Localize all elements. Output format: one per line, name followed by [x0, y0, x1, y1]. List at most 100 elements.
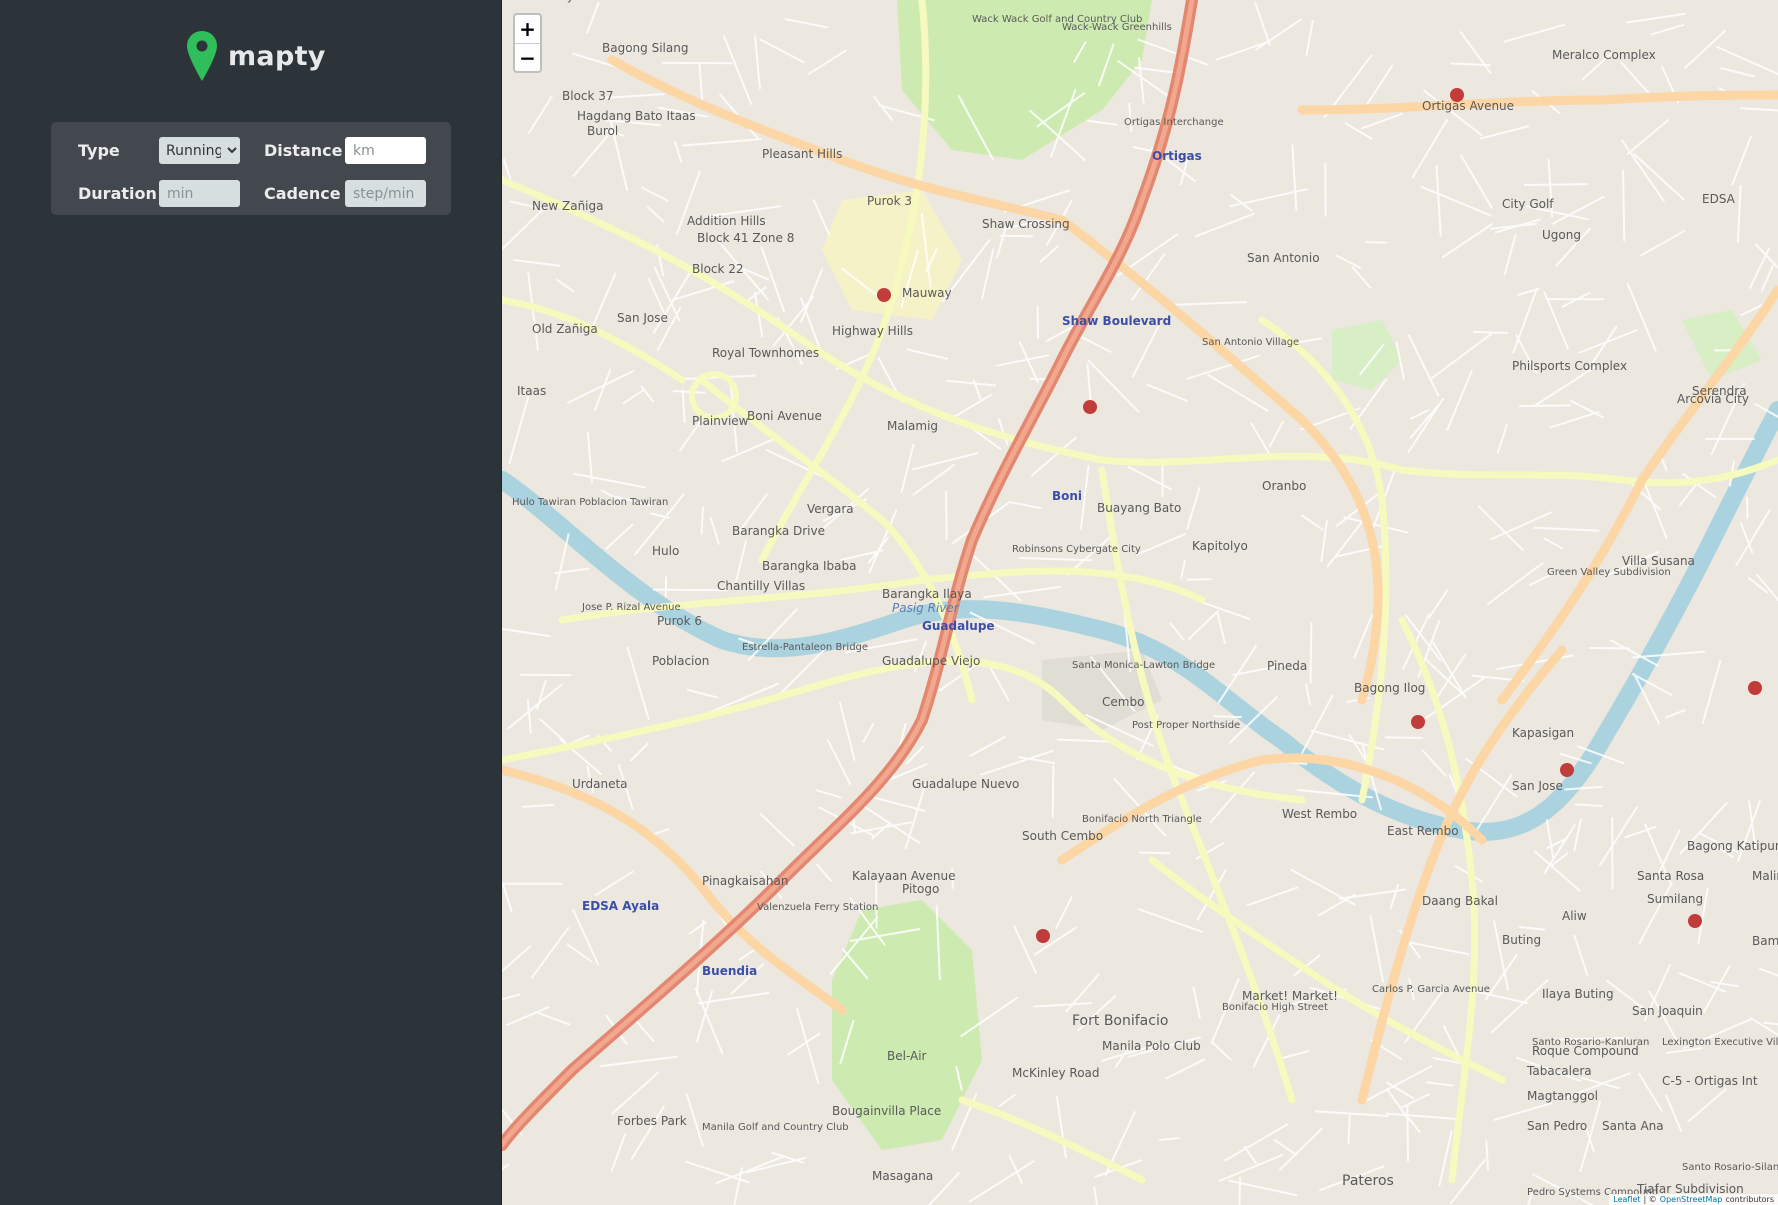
map-label: Magtanggol: [1527, 1089, 1598, 1103]
duration-label: Duration: [78, 184, 157, 203]
map-label: Ilaya Buting: [1542, 987, 1614, 1001]
map-label: Manila Golf and Country Club: [702, 1122, 849, 1133]
map-label: Makati Lake: [502, 0, 574, 3]
type-select[interactable]: Running: [159, 137, 240, 164]
map-label: Boni: [1052, 489, 1082, 503]
map-label: Buendia: [702, 964, 757, 978]
map-label: Fort Bonifacio: [1072, 1013, 1168, 1029]
map-label: Buting: [1502, 933, 1541, 947]
map-label: Old Zañiga: [532, 322, 598, 336]
osm-link[interactable]: OpenStreetMap: [1660, 1195, 1723, 1204]
map-label: Hulo: [652, 544, 679, 558]
map-label: Ugong: [1542, 228, 1581, 242]
map-label: Meralco Complex: [1552, 48, 1656, 62]
map-canvas[interactable]: Wack Wack Golf and Country ClubWack-Wack…: [502, 0, 1778, 1205]
map-label: San Pedro: [1527, 1119, 1587, 1133]
map-label: Malinao: [1752, 869, 1778, 883]
leaflet-link[interactable]: Leaflet: [1613, 1195, 1640, 1204]
zoom-control: + −: [513, 13, 542, 73]
map-label: Guadalupe: [922, 619, 995, 633]
map-label: Santa Rosa: [1637, 869, 1704, 883]
distance-input[interactable]: [345, 137, 426, 164]
map-label: Jose P. Rizal Avenue: [581, 602, 681, 613]
map-label: Highway Hills: [832, 324, 913, 338]
map-label: East Rembo: [1387, 824, 1459, 838]
map-label: Kapitolyo: [1192, 539, 1248, 553]
map-label: Royal Townhomes: [712, 346, 819, 360]
map-label: Guadalupe Nuevo: [912, 777, 1019, 791]
zoom-out-button[interactable]: −: [515, 43, 540, 71]
map-label: Cembo: [1102, 695, 1144, 709]
map-label: Hulo Tawiran Poblacion Tawiran: [512, 497, 668, 508]
form-row-cadence: Cadence: [264, 180, 426, 207]
map-label: Hagdang Bato Itaas: [577, 109, 696, 123]
type-label: Type: [78, 141, 120, 160]
map-label: Buayang Bato: [1097, 501, 1181, 515]
map-label: Santa Ana: [1602, 1119, 1664, 1133]
duration-input[interactable]: [159, 180, 240, 207]
map-label: Robinsons Cybergate City: [1012, 544, 1141, 555]
map-label: Estrella-Pantaleon Bridge: [742, 642, 868, 653]
map-label: Bambang: [1752, 934, 1778, 948]
zoom-in-button[interactable]: +: [515, 15, 540, 43]
map-label: Pineda: [1267, 659, 1307, 673]
workout-form: Type Running Distance Duration Cadence: [51, 122, 451, 215]
map-label: San Joaquin: [1632, 1004, 1703, 1018]
map-label: Pitogo: [902, 882, 939, 896]
map-label: Malamig: [887, 419, 938, 433]
map-label: Purok 6: [657, 614, 702, 628]
map-label: Barangka Ilaya: [882, 587, 972, 601]
map-label: Forbes Park: [617, 1114, 687, 1128]
map-label: South Cembo: [1022, 829, 1103, 843]
map-label: Lexington Executive Village: [1662, 1037, 1778, 1048]
map-label: Chantilly Villas: [717, 579, 805, 593]
map-label: Plainview: [692, 414, 749, 428]
map-label: Carlos P. Garcia Avenue: [1372, 984, 1490, 995]
map-attribution: Leaflet | © OpenStreetMap contributors: [1609, 1194, 1778, 1205]
map-label: Bagong Silang: [602, 41, 688, 55]
map-label: Urdaneta: [572, 777, 628, 791]
map-label: West Rembo: [1282, 807, 1357, 821]
map-label: Block 37: [562, 89, 614, 103]
map-label: Boni Avenue: [747, 409, 822, 423]
map-label: EDSA Ayala: [582, 899, 659, 913]
map-label: Daang Bakal: [1422, 894, 1498, 908]
map-label: Green Valley Subdivision: [1547, 567, 1671, 578]
brand-name: mapty: [228, 40, 326, 72]
map-label: Ortigas: [1152, 149, 1202, 163]
map-label: Pasig River: [892, 601, 960, 615]
map[interactable]: Wack Wack Golf and Country Club Wack-Wack…: [502, 0, 1778, 1205]
brand: mapty: [186, 28, 326, 84]
map-label: Addition Hills: [687, 214, 766, 228]
attribution-separator: | ©: [1643, 1195, 1657, 1204]
map-label: Block 22: [692, 262, 744, 276]
map-label: Burol: [587, 124, 618, 138]
map-label: Market! Market!: [1242, 989, 1338, 1003]
map-label: Kapasigan: [1512, 726, 1574, 740]
map-label: Poblacion: [652, 654, 709, 668]
map-label: Shaw Boulevard: [1062, 314, 1171, 328]
form-row-type: Type Running: [78, 137, 240, 164]
map-label: McKinley Road: [1012, 1066, 1100, 1080]
map-label: Pateros: [1342, 1173, 1394, 1189]
form-row-duration: Duration: [78, 180, 240, 207]
map-label: Manila Polo Club: [1102, 1039, 1201, 1053]
map-label: C-5 - Ortigas Int: [1662, 1074, 1758, 1088]
map-label: Santo Rosario-Silangan: [1682, 1162, 1778, 1173]
map-label: Ortigas Interchange: [1124, 117, 1224, 128]
map-label: Serendra: [1692, 384, 1747, 398]
map-label: San Antonio: [1247, 251, 1320, 265]
map-label: Villa Susana: [1622, 554, 1695, 568]
map-label: Vergara: [807, 502, 854, 516]
map-label: Itaas: [517, 384, 546, 398]
map-label: New Zañiga: [532, 199, 603, 213]
cadence-input[interactable]: [345, 180, 426, 207]
map-label: Bagong Ilog: [1354, 681, 1425, 695]
map-label: Bel-Air: [887, 1049, 927, 1063]
distance-label: Distance: [264, 141, 343, 160]
form-row-distance: Distance: [264, 137, 426, 164]
map-label: Masagana: [872, 1169, 933, 1183]
map-label: Bonifacio High Street: [1222, 1002, 1328, 1013]
map-label: Kalayaan Avenue: [852, 869, 956, 883]
map-label: Aliw: [1562, 909, 1587, 923]
